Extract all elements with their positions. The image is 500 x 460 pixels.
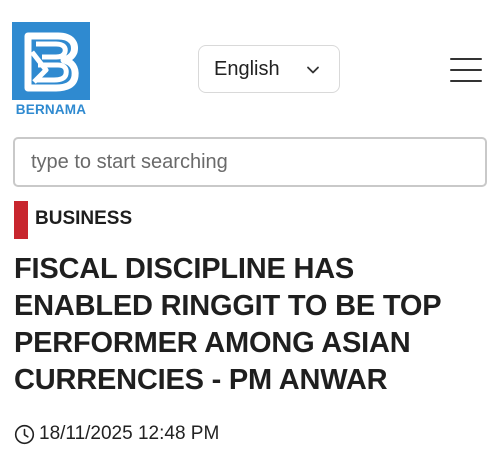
site-header: BERNAMA English xyxy=(0,0,500,120)
bernama-logo[interactable]: BERNAMA xyxy=(12,22,92,120)
menu-line xyxy=(450,69,482,71)
search-input[interactable] xyxy=(13,137,487,187)
bernama-b-logo-icon xyxy=(12,22,90,100)
article-timestamp: 18/11/2025 12:48 PM xyxy=(39,423,220,444)
chevron-down-icon xyxy=(307,66,319,74)
article-meta: 18/11/2025 12:48 PM xyxy=(14,422,219,446)
logo-wordmark: BERNAMA xyxy=(15,102,87,117)
language-select[interactable]: English xyxy=(198,45,340,93)
category-label: BUSINESS xyxy=(35,208,133,229)
hamburger-menu-icon[interactable] xyxy=(450,56,484,84)
clock-icon xyxy=(14,424,35,444)
category-accent-bar xyxy=(14,201,28,239)
menu-line xyxy=(450,58,482,60)
article-headline: FISCAL DISCIPLINE HAS ENABLED RINGGIT TO… xyxy=(14,253,441,396)
language-selected-value: English xyxy=(214,58,280,80)
page: BERNAMA English BUSINESS FISCAL DISCIPLI… xyxy=(0,0,500,460)
menu-line xyxy=(450,80,482,82)
